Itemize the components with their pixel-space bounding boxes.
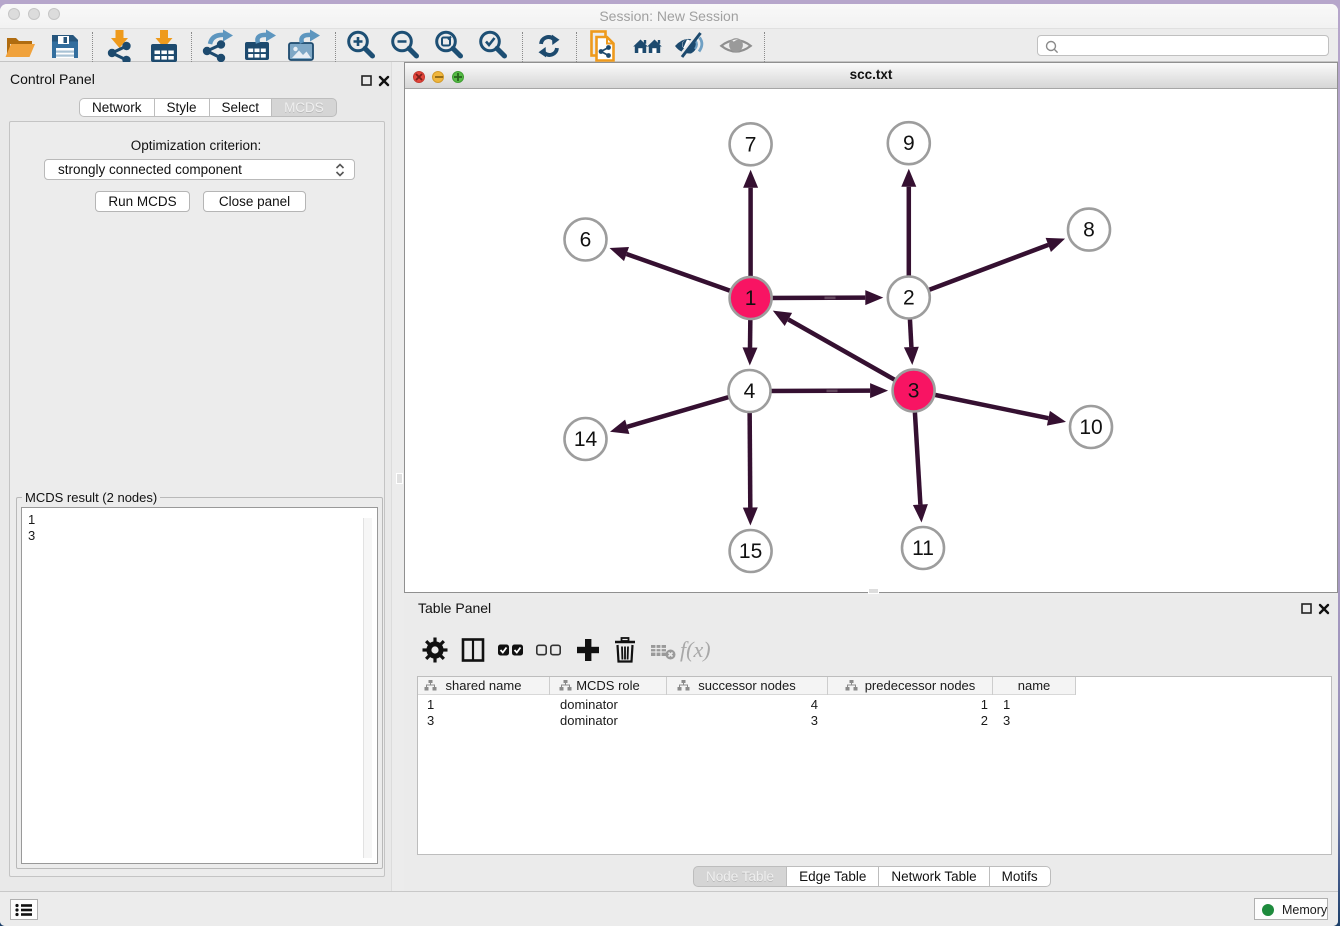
svg-text:9: 9 — [903, 132, 915, 155]
svg-text:f(x): f(x) — [680, 637, 711, 662]
svg-text:10: 10 — [1079, 416, 1102, 439]
svg-text:2: 2 — [903, 287, 915, 310]
svg-text:1: 1 — [745, 287, 757, 310]
svg-text:15: 15 — [739, 540, 762, 563]
svg-text:3: 3 — [908, 380, 920, 403]
svg-text:11: 11 — [912, 537, 934, 560]
svg-text:7: 7 — [745, 133, 757, 156]
svg-text:4: 4 — [744, 380, 756, 403]
svg-text:8: 8 — [1083, 219, 1095, 242]
svg-text:6: 6 — [580, 229, 592, 252]
svg-text:14: 14 — [574, 428, 598, 451]
